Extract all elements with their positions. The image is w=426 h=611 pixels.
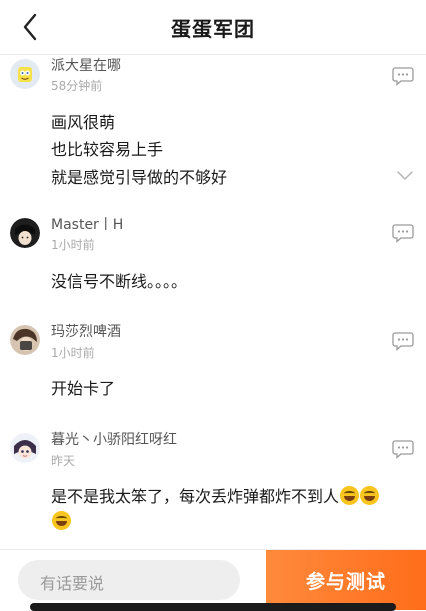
page-title: 蛋蛋军团 <box>171 17 255 41</box>
comment-username[interactable]: 派大星在哪 <box>51 55 121 75</box>
comment-item: 玛莎烈啤酒 1小时前 开始卡了 <box>0 318 426 413</box>
comment-text: 是不是我太笨了，每次丢炸弹都炸不到人 <box>51 487 340 506</box>
avatar[interactable] <box>10 59 40 89</box>
comment-item: Master丨H 1小时前 没信号不断线。。。。 <box>0 210 426 305</box>
comment-reply-icon[interactable] <box>392 66 414 86</box>
comment-reply-icon[interactable] <box>392 331 414 351</box>
avatar[interactable] <box>10 433 40 463</box>
comment-username[interactable]: Master丨H <box>51 214 123 234</box>
comment-text-line: 开始卡了 <box>51 379 116 398</box>
comment-reply-icon[interactable] <box>392 439 414 459</box>
comment-text-line: 画风很萌 <box>51 113 116 132</box>
tears-of-joy-emoji <box>360 486 380 505</box>
avatar[interactable] <box>10 325 40 355</box>
join-test-button-label: 参与测试 <box>305 570 386 593</box>
comment-username[interactable]: 玛莎烈啤酒 <box>51 321 121 341</box>
comment-time: 昨天 <box>51 454 76 468</box>
home-indicator <box>30 603 396 611</box>
tears-of-joy-emoji <box>52 511 71 530</box>
comment-input[interactable]: 有话要说 <box>18 560 240 600</box>
comment-time: 58分钟前 <box>51 79 103 93</box>
comment-emoji-line <box>51 511 71 531</box>
comment-input-placeholder: 有话要说 <box>40 574 105 593</box>
comment-text-line: 也比较容易上手 <box>51 140 164 159</box>
tears-of-joy-emoji <box>340 486 360 505</box>
comment-text-line: 没信号不断线。。。。 <box>51 272 188 291</box>
comment-time: 1小时前 <box>51 346 95 360</box>
comment-time: 1小时前 <box>51 238 95 252</box>
comment-text-line: 就是感觉引导做的不够好 <box>51 168 228 187</box>
join-test-button[interactable]: 参与测试 <box>266 550 426 610</box>
comment-text-line: 是不是我太笨了，每次丢炸弹都炸不到人 <box>51 483 380 507</box>
comment-username[interactable]: 暮光丶小骄阳红呀红 <box>51 429 177 449</box>
chevron-down-icon[interactable] <box>396 169 414 181</box>
comment-reply-icon[interactable] <box>392 223 414 243</box>
bottom-action-bar: 有话要说 参与测试 <box>0 549 426 610</box>
comment-item: 暮光丶小骄阳红呀红 昨天 是不是我太笨了，每次丢炸弹都炸不到人 <box>0 426 426 546</box>
comment-item: 派大星在哪 58分钟前 画风很萌 也比较容易上手 就是感觉引导做的不够好 <box>0 54 426 204</box>
avatar[interactable] <box>10 218 40 248</box>
header-bar: 蛋蛋军团 <box>0 0 426 55</box>
